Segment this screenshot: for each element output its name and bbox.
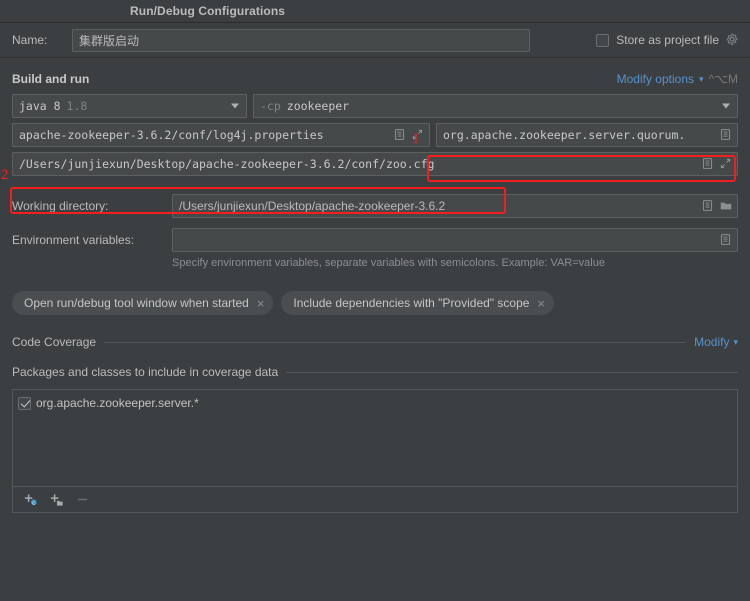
dialog-title-bar: Run/Debug Configurations: [0, 0, 750, 23]
working-directory-row: Working directory: /Users/junjiexun/Desk…: [12, 194, 738, 218]
store-as-project-file-label: Store as project file: [616, 33, 719, 47]
jdk-combo[interactable]: java 8 1.8: [12, 94, 247, 118]
build-and-run-section: Build and run Modify options ▾ ^⌥M java …: [0, 66, 750, 513]
packages-section-header: Packages and classes to include in cover…: [12, 365, 738, 379]
coverage-item-checkbox[interactable]: [18, 396, 31, 410]
separator-line: [286, 371, 738, 373]
main-class-field[interactable]: org.apache.zookeeper.server.quorum.: [436, 123, 738, 147]
list-icon[interactable]: [719, 128, 733, 142]
build-and-run-header-actions: Modify options ▾ ^⌥M: [617, 72, 738, 86]
list-icon[interactable]: [719, 233, 733, 247]
add-package-button[interactable]: [49, 492, 64, 507]
vm-options-icons: [390, 128, 425, 142]
folder-icon[interactable]: [719, 199, 733, 213]
program-arguments-icons: [698, 157, 733, 171]
main-class-value: org.apache.zookeeper.server.quorum.: [443, 128, 686, 142]
vm-options-main-class-row: apache-zookeeper-3.6.2/conf/log4j.proper…: [12, 123, 738, 147]
run-debug-configurations-dialog: Run/Debug Configurations Name: 集群版启动 Sto…: [0, 0, 750, 601]
chip-include-provided-dependencies[interactable]: Include dependencies with "Provided" sco…: [281, 291, 555, 315]
coverage-item-label: org.apache.zookeeper.server.*: [36, 396, 199, 410]
name-row: Name: 集群版启动 Store as project file: [0, 23, 750, 58]
vm-options-field[interactable]: apache-zookeeper-3.6.2/conf/log4j.proper…: [12, 123, 430, 147]
environment-variables-icons: [716, 233, 733, 247]
list-icon[interactable]: [701, 199, 715, 213]
working-directory-label: Working directory:: [12, 199, 109, 213]
program-arguments-field[interactable]: /Users/junjiexun/Desktop/apache-zookeepe…: [12, 152, 738, 176]
name-label: Name:: [12, 33, 48, 47]
store-as-project-file-checkbox[interactable]: [596, 33, 610, 47]
options-chips: Open run/debug tool window when started …: [12, 291, 738, 315]
gear-icon[interactable]: [726, 33, 740, 47]
code-coverage-actions: Modify ▾: [694, 335, 738, 349]
main-class-icons: [716, 128, 733, 142]
modify-options-link[interactable]: Modify options: [617, 72, 694, 86]
code-coverage-modify-link[interactable]: Modify: [694, 335, 729, 349]
build-and-run-header: Build and run Modify options ▾ ^⌥M: [12, 66, 738, 92]
chevron-down-icon[interactable]: [231, 103, 239, 109]
build-and-run-title: Build and run: [12, 72, 90, 86]
close-icon[interactable]: ×: [257, 297, 265, 310]
chip-label: Open run/debug tool window when started: [24, 296, 249, 310]
store-as-project-file-group[interactable]: Store as project file: [596, 33, 740, 47]
modify-options-shortcut: ^⌥M: [708, 72, 738, 86]
code-coverage-title: Code Coverage: [12, 335, 97, 349]
list-item[interactable]: org.apache.zookeeper.server.*: [18, 396, 732, 410]
list-icon[interactable]: [701, 157, 715, 171]
expand-icon[interactable]: [719, 157, 733, 171]
chip-open-run-debug-tool-window[interactable]: Open run/debug tool window when started …: [12, 291, 274, 315]
classpath-flag: -cp: [260, 99, 281, 113]
working-directory-field[interactable]: /Users/junjiexun/Desktop/apache-zookeepe…: [172, 194, 738, 218]
chevron-down-icon[interactable]: [722, 103, 730, 109]
jdk-classpath-row: java 8 1.8 -cp zookeeper: [12, 94, 738, 118]
vm-options-value: apache-zookeeper-3.6.2/conf/log4j.proper…: [19, 128, 324, 142]
add-class-button[interactable]: C: [23, 492, 38, 507]
chip-label: Include dependencies with "Provided" sco…: [293, 296, 530, 310]
code-coverage-header: Code Coverage Modify ▾: [12, 335, 738, 349]
environment-variables-label: Environment variables:: [12, 233, 135, 247]
name-input[interactable]: 集群版启动: [72, 28, 530, 52]
packages-section-title: Packages and classes to include in cover…: [12, 365, 279, 379]
working-directory-icons: [698, 199, 733, 213]
jdk-name: java 8: [19, 99, 61, 113]
annotation-number-1: 1: [412, 131, 420, 147]
program-arguments-row: /Users/junjiexun/Desktop/apache-zookeepe…: [12, 152, 738, 176]
dialog-title: Run/Debug Configurations: [130, 4, 286, 18]
separator-line: [104, 341, 687, 343]
program-arguments-value: /Users/junjiexun/Desktop/apache-zookeepe…: [19, 157, 435, 171]
coverage-packages-list[interactable]: org.apache.zookeeper.server.*: [12, 389, 738, 487]
working-directory-value: /Users/junjiexun/Desktop/apache-zookeepe…: [179, 199, 446, 213]
remove-button: [75, 492, 90, 507]
chevron-down-icon[interactable]: ▾: [699, 74, 704, 85]
jdk-version: 1.8: [66, 99, 88, 113]
classpath-module: zookeeper: [286, 99, 350, 113]
list-icon[interactable]: [393, 128, 407, 142]
annotation-number-2: 2: [1, 167, 9, 183]
coverage-list-toolbar: C: [12, 487, 738, 513]
close-icon[interactable]: ×: [537, 297, 545, 310]
environment-variables-row: Environment variables:: [12, 228, 738, 252]
chevron-down-icon[interactable]: ▾: [733, 337, 738, 348]
classpath-combo[interactable]: -cp zookeeper: [253, 94, 738, 118]
environment-variables-field[interactable]: [172, 228, 738, 252]
environment-variables-hint: Specify environment variables, separate …: [172, 257, 605, 269]
